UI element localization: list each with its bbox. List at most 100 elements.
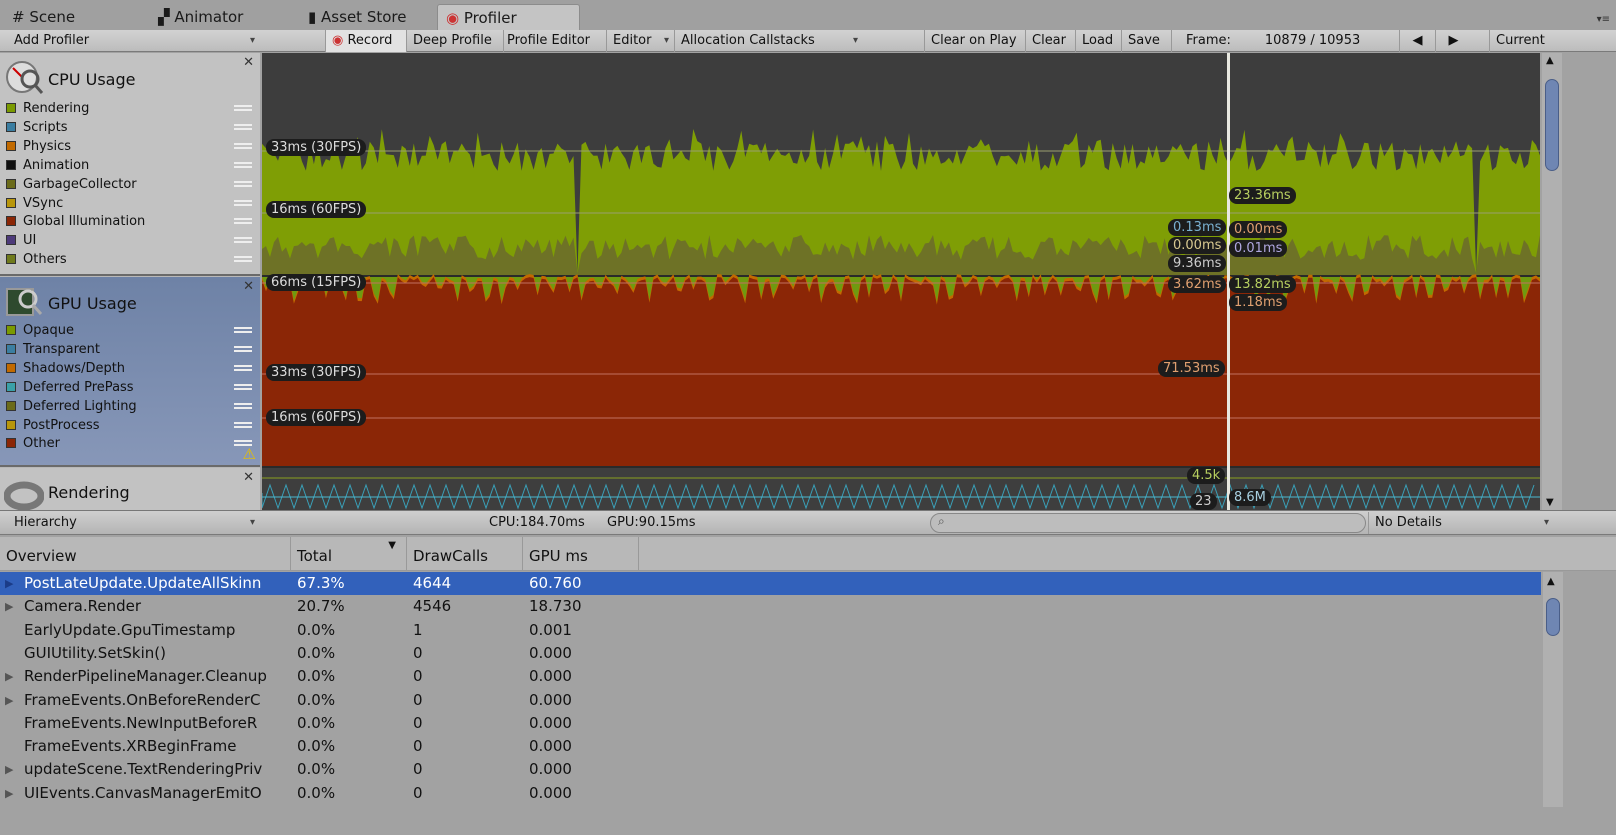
tab-scene[interactable]: # Scene — [4, 4, 75, 30]
drag-handle-icon[interactable] — [234, 237, 252, 244]
legend-item-physics[interactable]: Physics — [6, 137, 256, 156]
legend-label: PostProcess — [23, 417, 100, 433]
current-frame-button[interactable]: Current — [1489, 30, 1553, 52]
legend-item-shadows-depth[interactable]: Shadows/Depth — [6, 359, 256, 378]
load-button[interactable]: Load — [1075, 30, 1121, 52]
target-dropdown[interactable]: Editor — [606, 30, 674, 52]
color-swatch — [6, 419, 16, 430]
clear-on-play-button[interactable]: Clear on Play — [924, 30, 1025, 52]
table-row[interactable]: ▶ PostLateUpdate.UpdateAllSkinn 67.3% 4644 6… — [0, 572, 1541, 595]
legend-item-transparent[interactable]: Transparent — [6, 340, 256, 359]
drag-handle-icon[interactable] — [234, 123, 252, 130]
gpu-usage-module[interactable]: GPU Usage ✕ ⚠ Opaque Transparent Shadows/D… — [0, 277, 260, 467]
close-icon[interactable]: ✕ — [243, 470, 254, 485]
cpu-grid-label: 16ms (60FPS) — [266, 201, 367, 218]
table-row[interactable]: FrameEvents.NewInputBeforeR 0.0% 0 0.000 — [0, 712, 1541, 735]
legend-item-ui[interactable]: UI — [6, 231, 256, 250]
legend-item-deferred-prepass[interactable]: Deferred PrePass — [6, 378, 256, 397]
table-row[interactable]: ▶ updateScene.TextRenderingPriv 0.0% 0 0.000 — [0, 758, 1541, 781]
drag-handle-icon[interactable] — [234, 327, 252, 333]
prev-frame-button[interactable]: ◀ — [1399, 30, 1435, 52]
allocation-callstacks-dropdown[interactable]: Allocation Callstacks — [674, 30, 863, 52]
column-gpu-ms[interactable]: GPU ms — [522, 537, 638, 571]
view-mode-dropdown[interactable]: Hierarchy — [8, 512, 260, 534]
tab-menu-icon[interactable]: ▾≡ — [1597, 14, 1610, 25]
tab-animator[interactable]: ▞ Animator — [150, 4, 243, 30]
color-swatch — [6, 235, 16, 246]
drag-handle-icon[interactable] — [234, 180, 252, 187]
legend-item-garbagecollector[interactable]: GarbageCollector — [6, 175, 256, 194]
drag-handle-icon[interactable] — [234, 364, 252, 371]
legend-item-others[interactable]: Others — [6, 250, 256, 269]
expand-arrow-icon[interactable]: ▶ — [5, 572, 13, 595]
legend-item-rendering[interactable]: Rendering — [6, 99, 256, 118]
close-icon[interactable]: ✕ — [243, 55, 254, 70]
deep-profile-button[interactable]: Deep Profile — [406, 30, 503, 52]
save-button[interactable]: Save — [1121, 30, 1171, 52]
record-button[interactable]: ◉ Record — [325, 30, 406, 52]
drag-handle-icon[interactable] — [234, 256, 252, 263]
rendering-module[interactable]: Rendering ✕ — [0, 468, 260, 512]
legend-label: Deferred Lighting — [23, 398, 137, 414]
legend-item-scripts[interactable]: Scripts — [6, 118, 256, 137]
drag-handle-icon[interactable] — [234, 105, 252, 111]
tab-profiler[interactable]: ◉ Profiler — [437, 4, 580, 30]
column-overview[interactable]: Overview — [0, 537, 290, 571]
legend-item-opaque[interactable]: Opaque — [6, 321, 256, 340]
drag-handle-icon[interactable] — [234, 199, 252, 206]
row-name: FrameEvents.XRBeginFrame — [24, 737, 237, 756]
legend-item-postprocess[interactable]: PostProcess — [6, 416, 256, 435]
legend-item-vsync[interactable]: VSync — [6, 194, 256, 213]
table-row[interactable]: ▶ Camera.Render 20.7% 4546 18.730 — [0, 595, 1541, 618]
column-total[interactable]: Total ▼ — [290, 537, 406, 571]
tab-asset-store[interactable]: ▮ Asset Store — [300, 4, 406, 30]
profiler-charts[interactable]: 33ms (30FPS) 16ms (60FPS) 0.13ms 0.00ms … — [262, 53, 1540, 510]
drag-handle-icon[interactable] — [234, 161, 252, 168]
charts-canvas[interactable] — [262, 53, 1540, 510]
table-row[interactable]: ▶ UIEvents.CanvasManagerEmitO 0.0% 0 0.000 — [0, 782, 1541, 805]
drag-handle-icon[interactable] — [234, 383, 252, 390]
close-icon[interactable]: ✕ — [243, 279, 254, 294]
add-profiler-dropdown[interactable]: Add Profiler — [8, 30, 260, 52]
drag-handle-icon[interactable] — [234, 402, 252, 409]
frame-indicator: Frame: 10879 / 10953 — [1171, 30, 1399, 52]
cpu-usage-module[interactable]: CPU Usage ✕ Rendering Scripts Physics Anima… — [0, 53, 260, 276]
scroll-down-icon[interactable]: ▼ — [1546, 497, 1554, 508]
row-drawcalls: 0 — [413, 690, 423, 709]
charts-scrollbar[interactable]: ▲ ▼ — [1542, 53, 1562, 510]
profile-editor-button[interactable]: Profile Editor — [503, 30, 604, 52]
column-drawcalls[interactable]: DrawCalls — [406, 537, 522, 571]
row-gpu-ms: 0.000 — [529, 737, 572, 756]
expand-arrow-icon[interactable]: ▶ — [5, 782, 13, 805]
expand-arrow-icon[interactable]: ▶ — [5, 665, 13, 688]
legend-item-global-illumination[interactable]: Global Illumination — [6, 212, 256, 231]
legend-item-animation[interactable]: Animation — [6, 156, 256, 175]
drag-handle-icon[interactable] — [234, 421, 252, 428]
table-row[interactable]: EarlyUpdate.GpuTimestamp 0.0% 1 0.001 — [0, 619, 1541, 642]
drag-handle-icon[interactable] — [234, 142, 252, 149]
scroll-up-icon[interactable]: ▲ — [1547, 576, 1555, 587]
scrollbar-thumb[interactable] — [1546, 598, 1560, 636]
expand-arrow-icon[interactable]: ▶ — [5, 758, 13, 781]
table-scrollbar[interactable]: ▲ — [1543, 572, 1563, 807]
details-dropdown[interactable]: No Details — [1368, 512, 1554, 534]
profiler-icon: ◉ — [446, 9, 460, 27]
scrollbar-thumb[interactable] — [1545, 79, 1559, 171]
table-row[interactable]: ▶ FrameEvents.OnBeforeRenderC 0.0% 0 0.000 — [0, 689, 1541, 712]
table-row[interactable]: GUIUtility.SetSkin() 0.0% 0 0.000 — [0, 642, 1541, 665]
legend-item-other[interactable]: Other — [6, 434, 256, 453]
expand-arrow-icon[interactable]: ▶ — [5, 595, 13, 618]
scroll-up-icon[interactable]: ▲ — [1546, 55, 1554, 66]
drag-handle-icon[interactable] — [234, 345, 252, 352]
expand-arrow-icon[interactable]: ▶ — [5, 689, 13, 712]
drag-handle-icon[interactable] — [234, 218, 252, 225]
search-input[interactable]: ⌕ — [930, 513, 1366, 533]
clear-button[interactable]: Clear — [1025, 30, 1075, 52]
table-row[interactable]: ▶ RenderPipelineManager.Cleanup 0.0% 0 0.000 — [0, 665, 1541, 688]
legend-label: UI — [23, 233, 37, 249]
row-drawcalls: 0 — [413, 643, 423, 662]
legend-item-deferred-lighting[interactable]: Deferred Lighting — [6, 397, 256, 416]
table-row[interactable]: FrameEvents.XRBeginFrame 0.0% 0 0.000 — [0, 735, 1541, 758]
next-frame-button[interactable]: ▶ — [1435, 30, 1471, 52]
drag-handle-icon[interactable] — [234, 440, 252, 447]
